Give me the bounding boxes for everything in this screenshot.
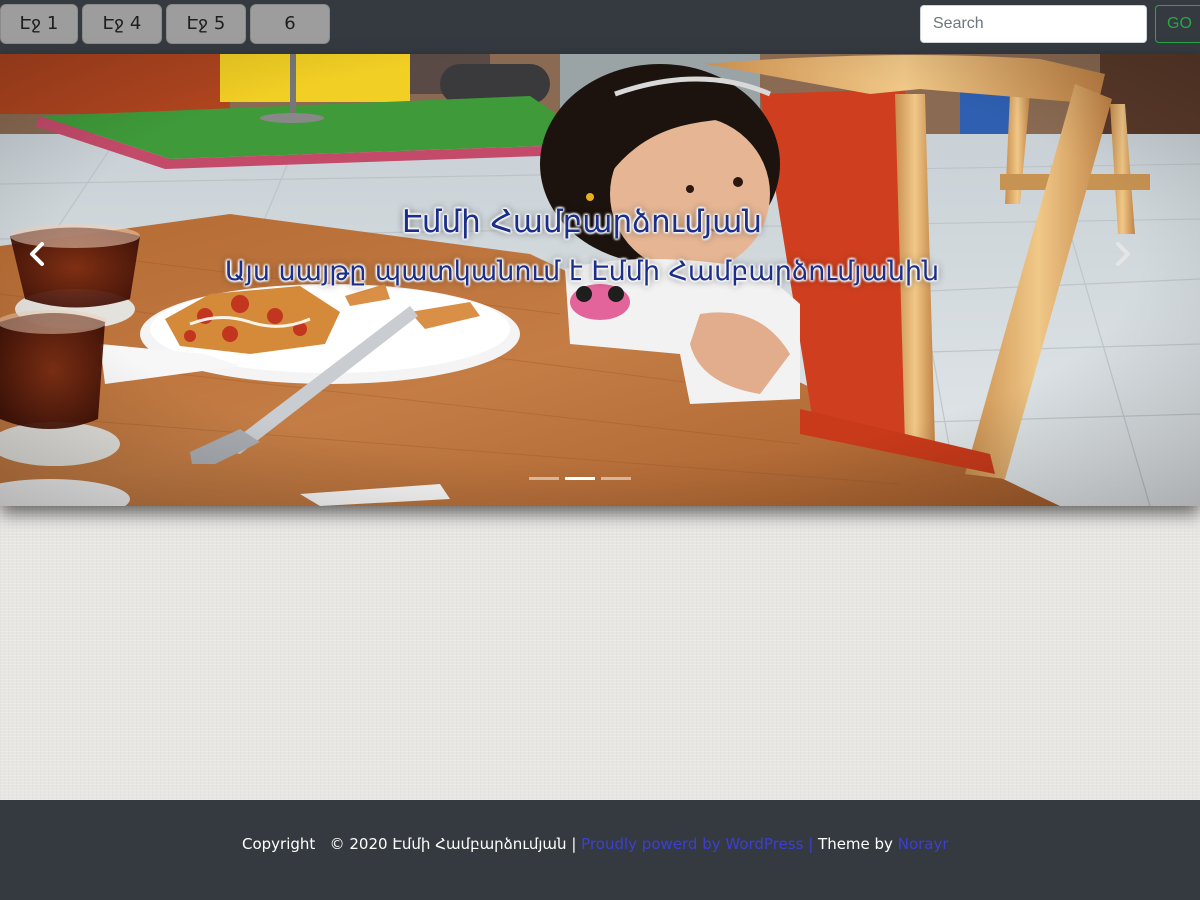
footer-copyright-label: Copyright <box>242 835 316 853</box>
wordpress-link[interactable]: Proudly powerd by WordPress <box>581 835 803 853</box>
carousel-caption-title: Էմմի Համբարձումյան <box>401 204 763 240</box>
top-navbar: Էջ 1 Էջ 4 Էջ 5 6 GO <box>0 0 1200 54</box>
footer-copyright-text: © 2020 Էմմի Համբարձումյան <box>329 835 567 853</box>
carousel-indicator-3[interactable] <box>601 477 631 480</box>
carousel-caption-subtitle: Այս սայթը պատկանում է Էմմի Համբարձումյան… <box>224 256 940 287</box>
search-go-button[interactable]: GO <box>1155 5 1200 43</box>
nav-tab-page-6[interactable]: 6 <box>250 4 330 44</box>
carousel-indicator-1[interactable] <box>529 477 559 480</box>
theme-author-link[interactable]: Norayr <box>898 835 949 853</box>
nav-tab-page-4[interactable]: Էջ 4 <box>82 4 162 44</box>
nav-tab-page-5[interactable]: Էջ 5 <box>166 4 246 44</box>
chevron-left-icon <box>30 242 44 266</box>
carousel-prev-button[interactable] <box>16 234 56 274</box>
nav-tab-page-1[interactable]: Էջ 1 <box>0 4 78 44</box>
footer-separator: | <box>571 835 577 853</box>
chevron-right-icon <box>1116 242 1130 266</box>
footer-text: Copyright © 2020 Էմմի Համբարձումյան | Pr… <box>242 835 949 853</box>
hero-carousel: Էմմի Համբարձումյան Այս սայթը պատկանում է… <box>0 54 1200 506</box>
carousel-indicators <box>529 477 639 483</box>
carousel-indicator-2[interactable] <box>565 477 595 480</box>
search-input[interactable] <box>920 5 1147 43</box>
footer-separator-2: | <box>808 835 814 853</box>
main-content-area <box>0 506 1200 800</box>
footer-theme-label: Theme by <box>818 835 893 853</box>
carousel-next-button[interactable] <box>1104 234 1144 274</box>
